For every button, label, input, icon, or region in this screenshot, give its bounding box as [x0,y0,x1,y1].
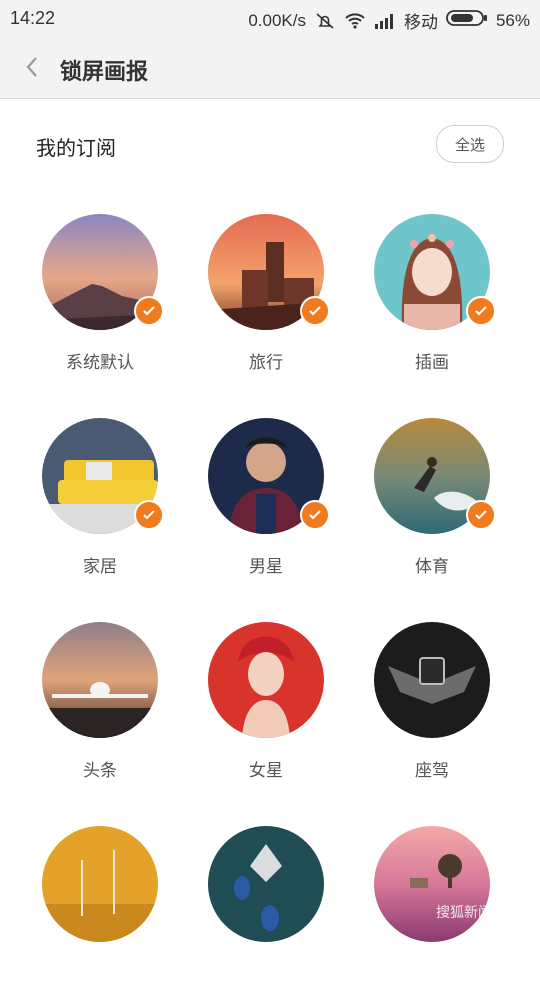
category-label: 插画 [415,353,449,373]
status-bar: 14:22 0.00K/s 移动 56% [0,0,540,38]
category-headlines[interactable]: 头条 [30,608,170,798]
category-sports[interactable]: 体育 [362,404,502,594]
watermark-text: 搜狐新闻 [436,905,492,921]
checked-badge-icon [134,296,164,326]
checked-badge-icon [466,500,496,530]
carrier-name: 移动 [403,13,438,32]
category-label: 男星 [249,557,283,577]
category-cars[interactable]: 座驾 [362,608,502,798]
checked-badge-icon [300,500,330,530]
network-speed: 0.00K/s [248,10,306,30]
category-image [374,622,490,738]
wifi-icon [344,12,366,30]
category-label: 旅行 [249,353,283,373]
category-image [208,622,324,738]
category-image [42,826,158,942]
category-female-stars[interactable]: 女星 [196,608,336,798]
category-male-stars[interactable]: 男星 [196,404,336,594]
category-label: 座驾 [415,761,449,781]
category-label: 女星 [249,761,283,781]
checked-badge-icon [466,296,496,326]
signal-icon [374,12,396,30]
page-title: 锁屏画报 [60,60,149,85]
category-image [208,826,324,942]
category-label: 系统默认 [66,353,134,373]
category-travel[interactable]: 旅行 [196,200,336,390]
category-label: 家居 [83,557,117,577]
battery-percent: 56% [495,10,530,30]
battery-icon [446,9,488,32]
category-image [42,622,158,738]
category-label: 头条 [83,761,117,781]
category-home[interactable]: 家居 [30,404,170,594]
section-title: 我的订阅 [36,136,116,160]
category-illustration[interactable]: 插画 [362,200,502,390]
category-label: 体育 [415,557,449,577]
checked-badge-icon [300,296,330,326]
watermark: 搜狐新闻 [436,902,526,936]
app-bar: 锁屏画报 [0,38,540,99]
category-item-11[interactable] [196,812,336,1002]
mute-bell-icon [314,12,336,30]
status-right: 0.00K/s 移动 56% [248,8,530,33]
category-item-10[interactable] [30,812,170,1002]
back-icon[interactable] [18,52,48,82]
status-time: 14:22 [10,8,56,28]
select-all-button[interactable]: 全选 [436,125,504,163]
checked-badge-icon [134,500,164,530]
category-system-default[interactable]: 系统默认 [30,200,170,390]
